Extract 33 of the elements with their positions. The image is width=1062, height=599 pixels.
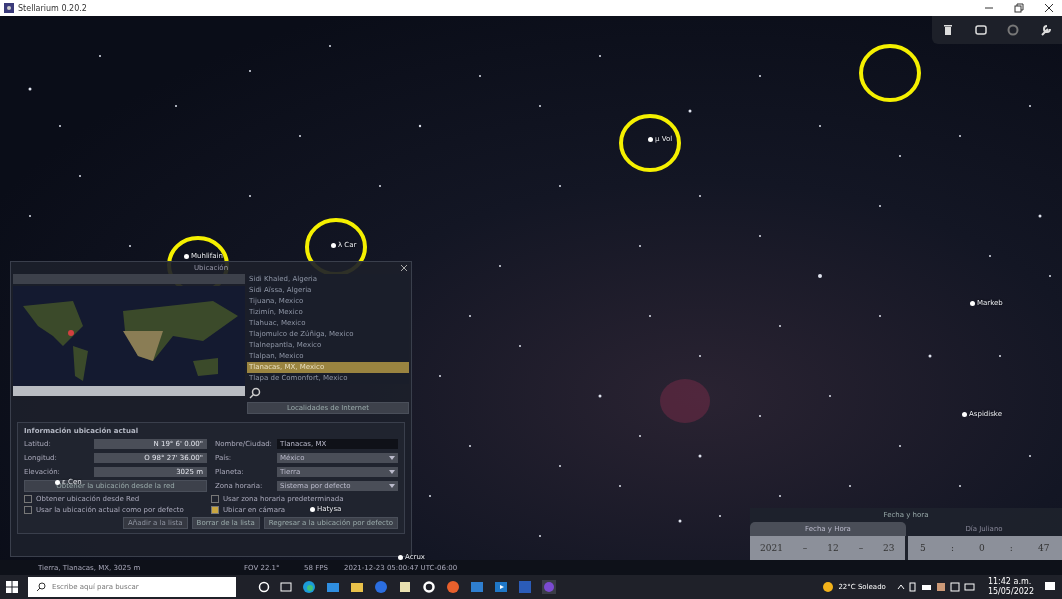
window-title: Stellarium 0.20.2 <box>18 3 87 13</box>
restore-icon[interactable] <box>1014 3 1024 13</box>
wrench-icon[interactable] <box>1039 24 1052 36</box>
date-separator: – <box>858 543 864 553</box>
search-icon[interactable] <box>249 387 261 399</box>
notification-icon[interactable] <box>1044 581 1056 593</box>
caret-icon <box>389 483 395 488</box>
caret-icon <box>389 469 395 474</box>
search-icon <box>36 582 46 592</box>
date-value[interactable]: 23 <box>883 543 895 553</box>
close-icon[interactable] <box>1044 3 1054 13</box>
date-value[interactable]: 12 <box>827 543 839 553</box>
sun-icon <box>822 581 835 593</box>
caret-icon <box>389 455 395 460</box>
windows-start-icon[interactable] <box>6 581 18 593</box>
time-value[interactable]: 47 <box>1038 543 1050 553</box>
highlight-circle <box>618 113 682 173</box>
cortana-circle-icon[interactable] <box>258 581 270 593</box>
clock-time[interactable]: 11:42 a.m. <box>987 577 1034 587</box>
trash-icon[interactable] <box>942 24 955 36</box>
time-value[interactable]: 0 <box>979 543 985 553</box>
close-icon[interactable] <box>400 264 408 272</box>
search-field[interactable] <box>13 274 245 284</box>
video-icon[interactable] <box>494 580 508 594</box>
highlight-circle <box>858 43 922 103</box>
time-separator: : <box>950 543 954 553</box>
time-value[interactable]: 5 <box>920 543 926 553</box>
task-view-icon[interactable] <box>280 581 292 593</box>
time-separator: : <box>1009 543 1013 553</box>
clock-date[interactable]: 15/05/2022 <box>987 587 1034 597</box>
date-separator: – <box>802 543 808 553</box>
window-icon[interactable] <box>974 24 987 36</box>
date-value[interactable]: 2021 <box>759 543 783 553</box>
